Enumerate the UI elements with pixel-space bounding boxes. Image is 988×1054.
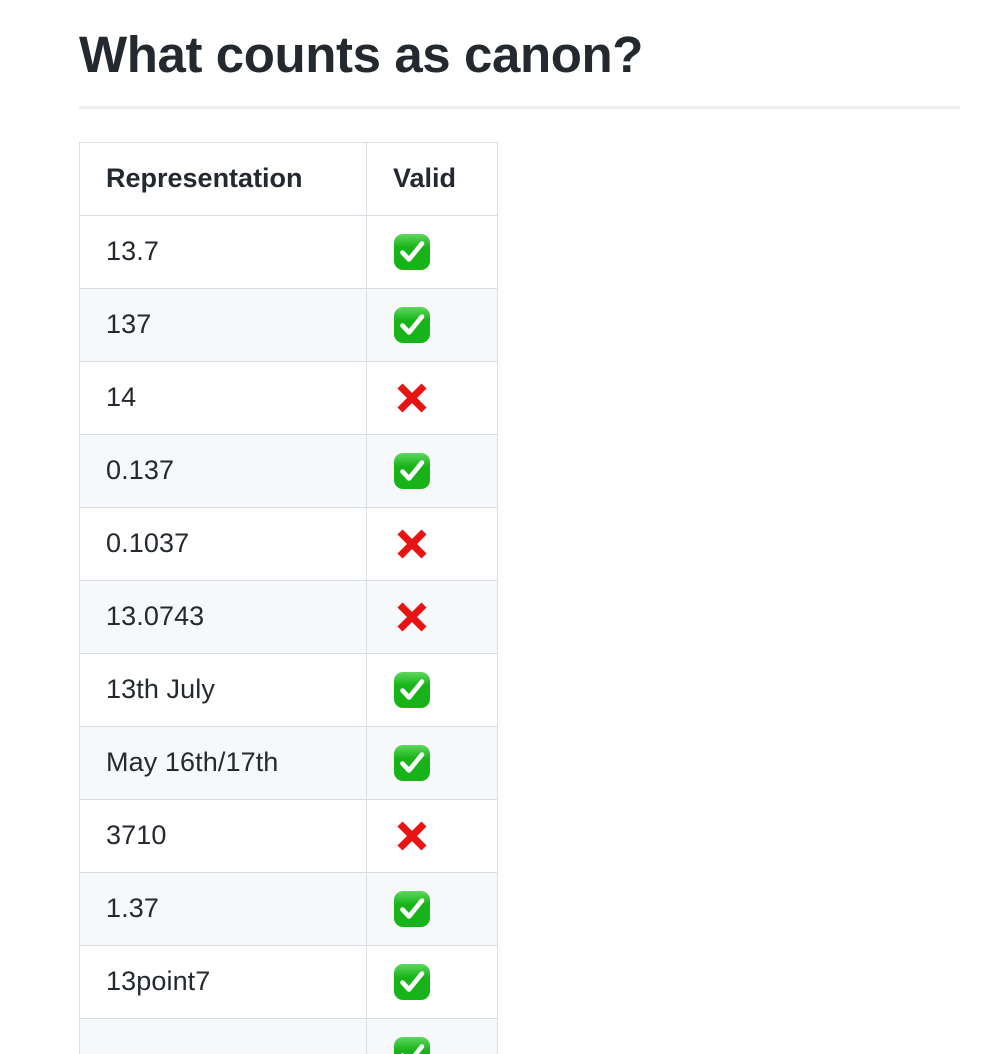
cell-valid xyxy=(366,652,498,727)
table-row: 3710 xyxy=(79,798,498,873)
table-body: 13.7 137 14 0.137 0.1037 13.0743 13th July May … xyxy=(79,214,498,1054)
column-header-representation: Representation xyxy=(79,141,367,216)
cell-representation: 0.1037 xyxy=(79,506,367,581)
cell-representation: 0.137 xyxy=(79,433,367,508)
table-row: 0.137 xyxy=(79,433,498,508)
cell-valid xyxy=(366,506,498,581)
cell-representation: 13th July xyxy=(79,652,367,727)
cell-valid xyxy=(366,725,498,800)
cell-representation: 14 xyxy=(79,360,367,435)
table-row: May 16th/17th xyxy=(79,725,498,800)
cell-representation xyxy=(79,1017,367,1054)
cross-mark-icon xyxy=(393,817,431,855)
cell-valid xyxy=(366,360,498,435)
cell-valid xyxy=(366,433,498,508)
table-header: Representation Valid xyxy=(79,141,498,216)
white-heavy-check-mark-icon xyxy=(393,1036,431,1054)
cell-representation: 13.0743 xyxy=(79,579,367,654)
cell-valid xyxy=(366,579,498,654)
page-title: What counts as canon? xyxy=(79,26,643,83)
table-row xyxy=(79,1017,498,1054)
white-heavy-check-mark-icon xyxy=(393,963,431,1001)
canon-table: Representation Valid 13.7 137 14 0.137 0.103… xyxy=(79,141,498,1054)
white-heavy-check-mark-icon xyxy=(393,452,431,490)
cell-representation: 3710 xyxy=(79,798,367,873)
canon-table-container: Representation Valid 13.7 137 14 0.137 0.103… xyxy=(79,141,988,1054)
title-divider xyxy=(79,105,960,109)
white-heavy-check-mark-icon xyxy=(393,744,431,782)
table-row: 13.7 xyxy=(79,214,498,289)
cell-representation: May 16th/17th xyxy=(79,725,367,800)
table-row: 0.1037 xyxy=(79,506,498,581)
column-header-valid: Valid xyxy=(366,141,498,216)
page-root: What counts as canon? Representation Val… xyxy=(0,0,988,1054)
cell-valid xyxy=(366,798,498,873)
cell-representation: 137 xyxy=(79,287,367,362)
cross-mark-icon xyxy=(393,598,431,636)
cell-representation: 1.37 xyxy=(79,871,367,946)
cell-valid xyxy=(366,214,498,289)
cell-valid xyxy=(366,1017,498,1054)
table-row: 1.37 xyxy=(79,871,498,946)
table-row: 13.0743 xyxy=(79,579,498,654)
table-header-row: Representation Valid xyxy=(79,141,498,216)
cell-representation: 13.7 xyxy=(79,214,367,289)
table-row: 13th July xyxy=(79,652,498,727)
white-heavy-check-mark-icon xyxy=(393,890,431,928)
cell-valid xyxy=(366,871,498,946)
table-row: 13point7 xyxy=(79,944,498,1019)
white-heavy-check-mark-icon xyxy=(393,233,431,271)
white-heavy-check-mark-icon xyxy=(393,671,431,709)
cross-mark-icon xyxy=(393,525,431,563)
cross-mark-icon xyxy=(393,379,431,417)
table-row: 137 xyxy=(79,287,498,362)
cell-valid xyxy=(366,287,498,362)
cell-representation: 13point7 xyxy=(79,944,367,1019)
white-heavy-check-mark-icon xyxy=(393,306,431,344)
table-row: 14 xyxy=(79,360,498,435)
cell-valid xyxy=(366,944,498,1019)
